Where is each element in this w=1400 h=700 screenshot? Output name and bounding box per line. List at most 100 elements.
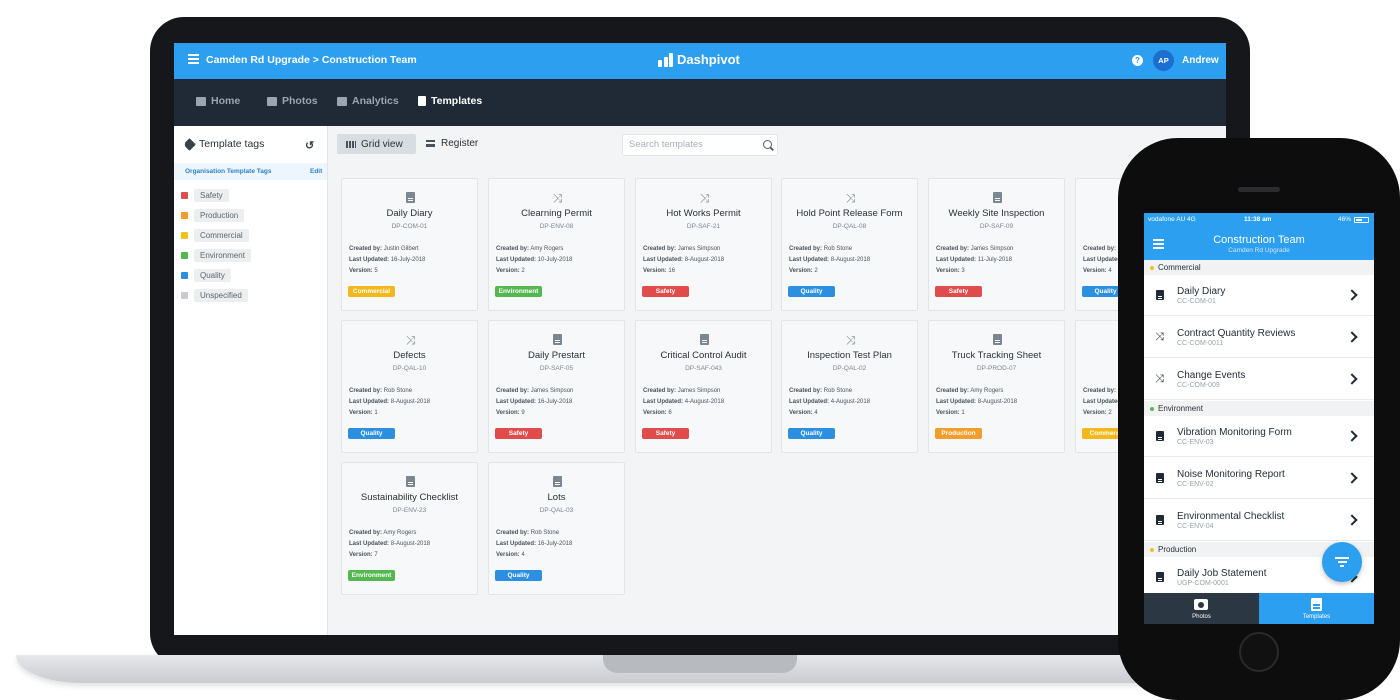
template-tag-badge: Quality <box>495 570 542 581</box>
meta-label: Created by: <box>789 388 823 394</box>
template-card[interactable]: ⤨ Hot Works Permit DP-SAF-21 Created by: Ja… <box>635 178 772 311</box>
template-card[interactable]: ⤨ Hold Point Release Form DP-QAL-08 Created… <box>781 178 918 311</box>
section-name: Environment <box>1158 404 1203 413</box>
template-title: Critical Control Audit <box>660 350 747 361</box>
sidebar-header: Template tags <box>183 137 265 151</box>
phone-template-row[interactable]: ⤨ Contract Quantity Reviews CC-COM-0011 <box>1144 317 1374 358</box>
template-version: Version: 5 <box>349 268 378 274</box>
meta-value: 16-July-2018 <box>537 399 573 405</box>
meta-label: Version: <box>1083 268 1107 274</box>
menu-icon[interactable] <box>188 54 199 65</box>
phone-home-button[interactable] <box>1239 632 1279 672</box>
tag-item-unspecified[interactable]: Unspecified <box>181 289 248 302</box>
grid-view-button[interactable]: Grid view <box>337 134 416 154</box>
meta-label: Created by: <box>643 388 677 394</box>
carrier-label: vodafone AU 4G <box>1148 216 1196 223</box>
template-card[interactable]: Weekly Site Inspection DP-SAF-09 Created b… <box>928 178 1065 311</box>
tab-label: Templates <box>1302 614 1331 620</box>
meta-label: Last Updated: <box>496 541 537 547</box>
meta-label: Last Updated: <box>789 399 830 405</box>
tag-item-safety[interactable]: Safety <box>181 189 229 202</box>
template-card[interactable]: Critical Control Audit DP-SAF-043 Created … <box>635 320 772 453</box>
template-version: Version: 2 <box>789 268 818 274</box>
template-updated: Last Updated: 16-July-2018 <box>496 541 572 547</box>
template-updated: Last Updated: 8-August-2018 <box>789 257 870 263</box>
edit-tags-link[interactable]: Edit <box>310 168 322 175</box>
template-card[interactable]: ⤨ Clearning Permit DP-ENV-08 Created by: Am… <box>488 178 625 311</box>
meta-value: 2 <box>814 268 818 274</box>
tab-templates[interactable]: Templates <box>1259 593 1374 624</box>
document-glyph <box>700 334 709 345</box>
meta-value: James Simpson <box>970 246 1014 252</box>
avatar[interactable]: AP <box>1153 50 1174 71</box>
filter-button[interactable] <box>1322 542 1362 582</box>
chevron-right-icon <box>1346 289 1358 301</box>
document-glyph <box>553 476 562 487</box>
meta-label: Version: <box>496 268 520 274</box>
nav-analytics[interactable]: Analytics <box>337 95 399 107</box>
tab-photos[interactable]: Photos <box>1144 593 1259 624</box>
document-icon <box>418 96 426 106</box>
phone-subtitle: Camden Rd Upgrade <box>1228 247 1290 254</box>
template-created: Created by: Justin Gilbert <box>349 246 419 252</box>
phone-template-row[interactable]: ⤨ Change Events CC-COM-009 <box>1144 359 1374 400</box>
template-card[interactable]: Truck Tracking Sheet DP-PROD-07 Created by… <box>928 320 1065 453</box>
template-created: Created by: Rob Stone <box>349 388 412 394</box>
template-card[interactable]: Daily Diary DP-COM-01 Created by: Justin G… <box>341 178 478 311</box>
document-icon <box>1154 290 1165 301</box>
template-version: Version: 3 <box>936 268 965 274</box>
template-created: Created by: Rob Stone <box>789 246 852 252</box>
tag-item-quality[interactable]: Quality <box>181 269 231 282</box>
sidebar-title: Template tags <box>199 138 265 150</box>
meta-value: 2 <box>1108 410 1112 416</box>
org-tags-label: Organisation Template Tags <box>185 168 272 175</box>
nav-home[interactable]: Home <box>196 95 240 107</box>
meta-value: 8-August-2018 <box>830 257 871 263</box>
meta-label: Created by: <box>936 246 970 252</box>
phone-template-row[interactable]: Daily Diary CC-COM-01 <box>1144 275 1374 316</box>
template-card[interactable]: Lots DP-QAL-03 Created by: Rob Stone Last U… <box>488 462 625 595</box>
user-name[interactable]: Andrew <box>1182 55 1219 66</box>
tag-item-commercial[interactable]: Commercial <box>181 229 249 242</box>
template-title: Hold Point Release Form <box>796 208 903 219</box>
nav-label: Analytics <box>352 95 399 107</box>
register-view-button[interactable]: Register <box>426 138 478 149</box>
meta-label: Created by: <box>789 246 823 252</box>
search-input[interactable] <box>629 139 759 150</box>
template-card[interactable]: ⤨ Inspection Test Plan DP-QAL-02 Created by… <box>781 320 918 453</box>
meta-label: Version: <box>643 268 667 274</box>
tag-item-production[interactable]: Production <box>181 209 245 222</box>
meta-label: Last Updated: <box>349 257 390 263</box>
template-code: DP-QAL-08 <box>832 223 867 230</box>
template-created: Created by: James Simpson <box>496 388 573 394</box>
template-card[interactable]: ⤨ Defects DP-QAL-10 Created by: Rob Stone La… <box>341 320 478 453</box>
meta-label: Version: <box>496 552 520 558</box>
template-created: Created by: Amy Rogers <box>496 246 563 252</box>
template-title: Inspection Test Plan <box>807 350 892 361</box>
org-template-tags-row: Organisation Template Tags Edit <box>174 163 327 180</box>
app-logo[interactable]: Dashpivot <box>658 52 740 67</box>
meta-value: 4-August-2018 <box>684 399 725 405</box>
main-nav: Home Photos Analytics Templates <box>174 79 1226 126</box>
search-box <box>622 134 778 156</box>
nav-photos[interactable]: Photos <box>267 95 318 107</box>
nav-templates[interactable]: Templates <box>418 95 482 107</box>
meta-label: Version: <box>349 410 373 416</box>
breadcrumb[interactable]: Camden Rd Upgrade > Construction Team <box>206 54 417 66</box>
template-title: Defects <box>393 350 426 361</box>
tag-color-dot <box>181 292 188 299</box>
section-dot <box>1150 407 1154 411</box>
template-card[interactable]: Daily Prestart DP-SAF-05 Created by: James… <box>488 320 625 453</box>
help-icon[interactable]: ? <box>1132 55 1143 66</box>
refresh-icon[interactable]: ↺ <box>305 139 314 152</box>
tag-item-environment[interactable]: Environment <box>181 249 251 262</box>
phone-template-row[interactable]: Noise Monitoring Report CC-ENV-02 <box>1144 458 1374 499</box>
phone-template-row[interactable]: Vibration Monitoring Form CC-ENV-03 <box>1144 416 1374 457</box>
meta-value: 2 <box>521 268 525 274</box>
phone-template-row[interactable]: Environmental Checklist CC-ENV-04 <box>1144 500 1374 541</box>
document-icon <box>404 192 417 205</box>
tag-label: Safety <box>194 189 229 202</box>
template-card[interactable]: Sustainability Checklist DP-ENV-23 Created… <box>341 462 478 595</box>
template-updated: Last Updated: 16-July-2018 <box>496 399 572 405</box>
search-icon[interactable] <box>763 140 772 149</box>
